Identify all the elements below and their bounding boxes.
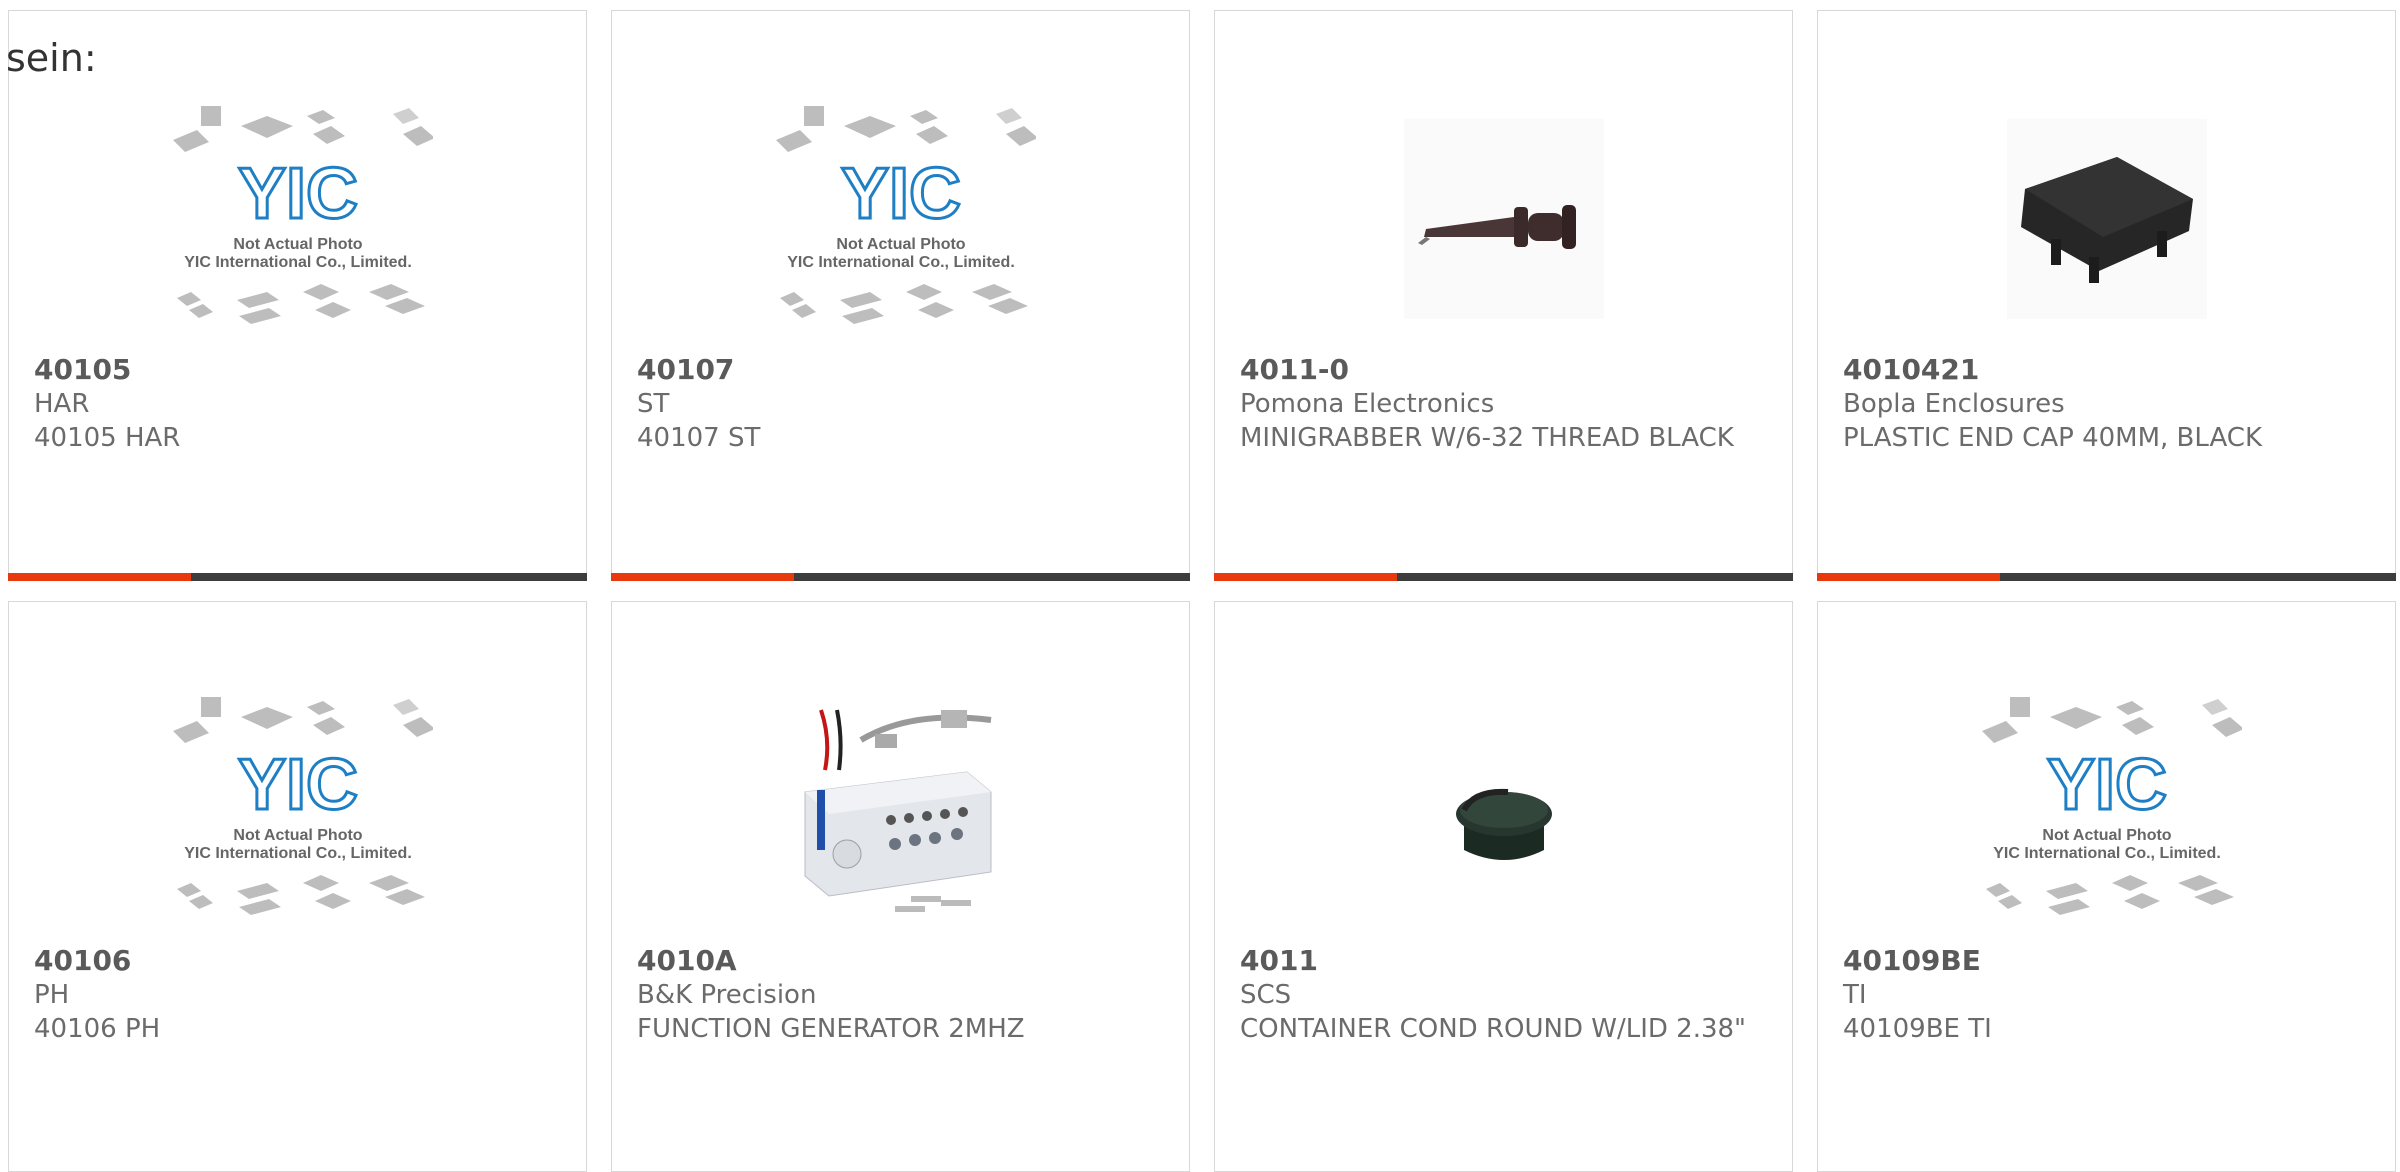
end-cap-photo[interactable] bbox=[1818, 96, 2395, 341]
product-card[interactable]: YIC Not Actual Photo YIC International C… bbox=[8, 10, 587, 581]
card-accent-bar bbox=[611, 573, 794, 581]
card-bottom-bar bbox=[1214, 573, 1793, 581]
svg-text:YIC: YIC bbox=[840, 154, 960, 234]
manufacturer: SCS bbox=[1240, 980, 1292, 1010]
container-photo[interactable] bbox=[1215, 687, 1792, 932]
card-accent-bar bbox=[1817, 573, 2000, 581]
manufacturer: B&K Precision bbox=[637, 980, 817, 1010]
card-accent-bar bbox=[8, 573, 191, 581]
description: 40109BE TI bbox=[1843, 1014, 1992, 1044]
part-number-link[interactable]: 40107 bbox=[637, 353, 1149, 387]
description: MINIGRABBER W/6-32 THREAD BLACK bbox=[1240, 423, 1734, 453]
product-card[interactable]: 4011-0 Pomona Electronics MINIGRABBER W/… bbox=[1214, 10, 1793, 581]
product-info: 40109BE TI 40109BE TI bbox=[1843, 944, 2355, 1046]
manufacturer: ST bbox=[637, 389, 670, 419]
svg-text:Not Actual Photo: Not Actual Photo bbox=[836, 236, 965, 253]
manufacturer: PH bbox=[34, 980, 70, 1010]
description: 40107 ST bbox=[637, 423, 761, 453]
manufacturer: HAR bbox=[34, 389, 90, 419]
part-number-link[interactable]: 40109BE bbox=[1843, 944, 2355, 978]
part-number-link[interactable]: 4011 bbox=[1240, 944, 1752, 978]
function-generator-photo[interactable] bbox=[612, 687, 1189, 932]
part-number-link[interactable]: 4010A bbox=[637, 944, 1149, 978]
placeholder-image[interactable]: YIC Not Actual Photo YIC International C… bbox=[612, 96, 1189, 341]
svg-text:YIC: YIC bbox=[237, 154, 357, 234]
placeholder-image[interactable]: YIC Not Actual Photo YIC International C… bbox=[9, 687, 586, 932]
svg-text:YIC International Co., Limited: YIC International Co., Limited. bbox=[1993, 845, 2221, 862]
product-info: 40105 HAR 40105 HAR bbox=[34, 353, 546, 455]
product-info: 4011-0 Pomona Electronics MINIGRABBER W/… bbox=[1240, 353, 1752, 455]
product-info: 4011 SCS CONTAINER COND ROUND W/LID 2.38… bbox=[1240, 944, 1752, 1046]
svg-text:YIC: YIC bbox=[2046, 745, 2166, 825]
product-info: 4010421 Bopla Enclosures PLASTIC END CAP… bbox=[1843, 353, 2355, 455]
description: FUNCTION GENERATOR 2MHZ bbox=[637, 1014, 1025, 1044]
product-card[interactable]: 4011 SCS CONTAINER COND ROUND W/LID 2.38… bbox=[1214, 601, 1793, 1172]
svg-text:Not Actual Photo: Not Actual Photo bbox=[233, 236, 362, 253]
svg-text:YIC International Co., Limited: YIC International Co., Limited. bbox=[184, 254, 412, 271]
svg-text:Not Actual Photo: Not Actual Photo bbox=[233, 827, 362, 844]
placeholder-image[interactable]: YIC Not Actual Photo YIC International C… bbox=[1818, 687, 2395, 932]
svg-text:YIC International Co., Limited: YIC International Co., Limited. bbox=[787, 254, 1015, 271]
product-card[interactable]: YIC Not Actual Photo YIC International C… bbox=[1817, 601, 2396, 1172]
manufacturer: Pomona Electronics bbox=[1240, 389, 1495, 419]
part-number-link[interactable]: 40105 bbox=[34, 353, 546, 387]
product-card[interactable]: 4010421 Bopla Enclosures PLASTIC END CAP… bbox=[1817, 10, 2396, 581]
description: CONTAINER COND ROUND W/LID 2.38" bbox=[1240, 1014, 1746, 1044]
intro-text: sein: bbox=[6, 36, 97, 80]
manufacturer: Bopla Enclosures bbox=[1843, 389, 2065, 419]
part-number-link[interactable]: 4011-0 bbox=[1240, 353, 1752, 387]
description: PLASTIC END CAP 40MM, BLACK bbox=[1843, 423, 2262, 453]
description: 40106 PH bbox=[34, 1014, 161, 1044]
svg-text:Not Actual Photo: Not Actual Photo bbox=[2042, 827, 2171, 844]
svg-text:YIC International Co., Limited: YIC International Co., Limited. bbox=[184, 845, 412, 862]
product-card[interactable]: YIC Not Actual Photo YIC International C… bbox=[611, 10, 1190, 581]
svg-text:YIC: YIC bbox=[237, 745, 357, 825]
product-card[interactable]: YIC Not Actual Photo YIC International C… bbox=[8, 601, 587, 1172]
card-accent-bar bbox=[1214, 573, 1397, 581]
product-card[interactable]: 4010A B&K Precision FUNCTION GENERATOR 2… bbox=[611, 601, 1190, 1172]
product-info: 4010A B&K Precision FUNCTION GENERATOR 2… bbox=[637, 944, 1149, 1046]
card-bottom-bar bbox=[8, 573, 587, 581]
product-grid: YIC Not Actual Photo YIC International C… bbox=[8, 10, 2396, 1172]
placeholder-image[interactable]: YIC Not Actual Photo YIC International C… bbox=[9, 96, 586, 341]
description: 40105 HAR bbox=[34, 423, 181, 453]
product-info: 40106 PH 40106 PH bbox=[34, 944, 546, 1046]
product-info: 40107 ST 40107 ST bbox=[637, 353, 1149, 455]
part-number-link[interactable]: 4010421 bbox=[1843, 353, 2355, 387]
card-bottom-bar bbox=[1817, 573, 2396, 581]
card-bottom-bar bbox=[611, 573, 1190, 581]
minigrabber-clip-photo[interactable] bbox=[1215, 96, 1792, 341]
manufacturer: TI bbox=[1843, 980, 1867, 1010]
part-number-link[interactable]: 40106 bbox=[34, 944, 546, 978]
